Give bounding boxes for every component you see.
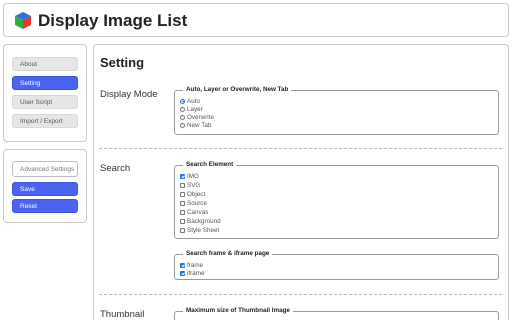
checkbox-iframe[interactable]: iframe bbox=[180, 270, 205, 278]
radio-auto[interactable]: Auto bbox=[180, 98, 200, 106]
settings-main: Setting Display Mode Auto, Layer or Over… bbox=[93, 44, 509, 320]
app-header: Display Image List bbox=[3, 3, 509, 37]
radio-layer[interactable]: Layer bbox=[180, 106, 203, 114]
nav-item-setting[interactable]: Setting bbox=[12, 76, 78, 90]
checkbox-frame[interactable]: frame bbox=[180, 262, 203, 270]
sidebar-nav: About Setting User Script Import / Expor… bbox=[3, 44, 87, 142]
display-mode-legend: Auto, Layer or Overwrite, New Tab bbox=[183, 86, 292, 93]
nav-item-user-script[interactable]: User Script bbox=[12, 95, 78, 109]
checkbox-icon[interactable] bbox=[180, 191, 185, 197]
nav-item-about[interactable]: About bbox=[12, 57, 78, 71]
search-element-fieldset: Search Element IMG SVG Object Source Can… bbox=[174, 161, 499, 239]
app-title: Display Image List bbox=[38, 11, 188, 30]
thumbnail-legend: Maximum size of Thumbnail Image bbox=[183, 307, 293, 314]
page-title: Setting bbox=[100, 55, 145, 70]
checkbox-source[interactable]: Source bbox=[180, 200, 207, 208]
checkbox-checked-icon[interactable] bbox=[180, 262, 185, 268]
advanced-settings-button[interactable]: Advanced Settings bbox=[12, 161, 78, 177]
search-frame-legend: Search frame & iframe page bbox=[183, 250, 273, 257]
checkbox-svg[interactable]: SVG bbox=[180, 182, 200, 190]
display-mode-fieldset: Auto, Layer or Overwrite, New Tab Auto L… bbox=[174, 86, 499, 135]
display-mode-label: Display Mode bbox=[100, 89, 158, 100]
cube-icon bbox=[15, 12, 31, 29]
section-divider bbox=[99, 148, 502, 149]
checkbox-checked-icon[interactable] bbox=[180, 270, 185, 276]
sidebar-actions: Advanced Settings Save Reset bbox=[3, 149, 87, 223]
checkbox-icon[interactable] bbox=[180, 209, 185, 215]
checkbox-background[interactable]: Background bbox=[180, 218, 221, 226]
checkbox-icon[interactable] bbox=[180, 200, 185, 206]
checkbox-object[interactable]: Object bbox=[180, 191, 205, 199]
thumbnail-fieldset: Maximum size of Thumbnail Image bbox=[174, 307, 499, 320]
checkbox-icon[interactable] bbox=[180, 182, 185, 188]
checkbox-style-sheet[interactable]: Style Sheet bbox=[180, 227, 219, 235]
save-button[interactable]: Save bbox=[12, 182, 78, 196]
search-element-legend: Search Element bbox=[183, 161, 237, 168]
thumbnail-label: Thumbnail bbox=[100, 309, 145, 320]
radio-new-tab[interactable]: New Tab bbox=[180, 122, 211, 130]
radio-icon[interactable] bbox=[180, 114, 185, 120]
section-divider bbox=[99, 294, 502, 295]
radio-icon[interactable] bbox=[180, 106, 185, 112]
radio-icon[interactable] bbox=[180, 122, 185, 128]
search-label: Search bbox=[100, 163, 131, 174]
nav-item-import-export[interactable]: Import / Export bbox=[12, 114, 78, 128]
checkbox-canvas[interactable]: Canvas bbox=[180, 209, 208, 217]
checkbox-img[interactable]: IMG bbox=[180, 173, 199, 181]
checkbox-checked-icon[interactable] bbox=[180, 173, 185, 179]
reset-button[interactable]: Reset bbox=[12, 199, 78, 213]
search-frame-fieldset: Search frame & iframe page frame iframe bbox=[174, 250, 499, 280]
radio-checked-icon[interactable] bbox=[180, 98, 185, 104]
checkbox-icon[interactable] bbox=[180, 227, 185, 233]
checkbox-icon[interactable] bbox=[180, 218, 185, 224]
radio-overwrite[interactable]: Overwrite bbox=[180, 114, 214, 122]
